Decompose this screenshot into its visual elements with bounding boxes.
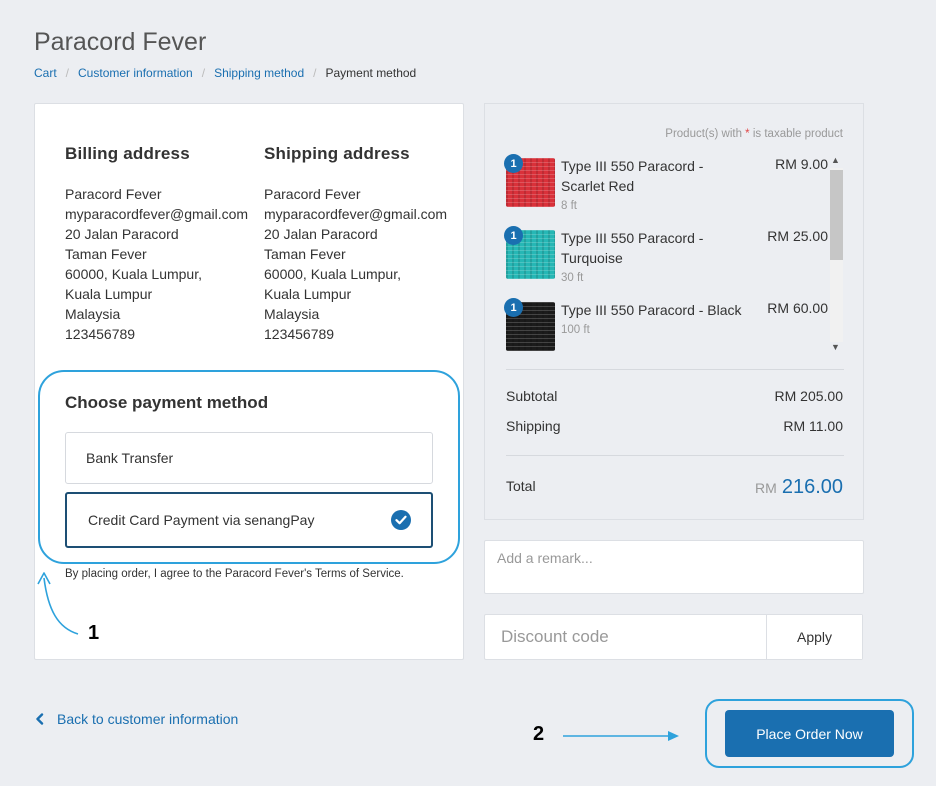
subtotal-label: Subtotal — [506, 388, 558, 404]
back-to-customer-information-link[interactable]: Back to customer information — [35, 711, 238, 727]
breadcrumb-customer-information[interactable]: Customer information — [78, 66, 193, 80]
shipping-line: Kuala Lumpur — [264, 286, 352, 302]
billing-line: 20 Jalan Paracord — [65, 226, 179, 242]
product-price: RM 9.00 — [775, 156, 828, 172]
shipping-line: Paracord Fever — [264, 186, 361, 202]
product-price: RM 25.00 — [767, 228, 828, 244]
breadcrumb-payment-method: Payment method — [325, 66, 417, 80]
billing-line: Kuala Lumpur — [65, 286, 153, 302]
subtotal-value: RM 205.00 — [774, 388, 843, 404]
billing-line: 60000, Kuala Lumpur, — [65, 266, 202, 282]
product-name: Type III 550 Paracord - Turquoise — [561, 230, 704, 266]
place-order-button[interactable]: Place Order Now — [725, 710, 894, 757]
scroll-down-icon[interactable]: ▼ — [831, 342, 840, 352]
product-item: 1 Type III 550 Paracord - Black 100 ft R… — [504, 298, 828, 360]
shipping-line: Malaysia — [264, 306, 320, 322]
discount-code-input[interactable] — [485, 615, 766, 659]
shipping-address: Shipping address Paracord Fever myparaco… — [264, 144, 464, 344]
breadcrumb-separator: / — [201, 66, 206, 80]
payment-method-heading: Choose payment method — [65, 393, 269, 412]
product-variant: 8 ft — [561, 200, 577, 212]
scroll-up-icon[interactable]: ▲ — [831, 155, 840, 165]
shipping-label: Shipping — [506, 418, 561, 434]
product-variant: 30 ft — [561, 272, 584, 284]
billing-line: Malaysia — [65, 306, 121, 322]
check-circle-icon — [391, 510, 411, 530]
checkout-details-card: Billing address Paracord Fever myparacor… — [34, 103, 464, 660]
terms-notice: By placing order, I agree to the Paracor… — [65, 568, 404, 580]
shipping-address-heading: Shipping address — [264, 144, 410, 163]
quantity-badge: 1 — [504, 154, 523, 173]
billing-line: 123456789 — [65, 326, 136, 342]
back-link-label: Back to customer information — [57, 711, 239, 727]
apply-discount-button[interactable]: Apply — [766, 615, 862, 659]
store-title: Paracord Fever — [34, 28, 207, 56]
breadcrumb-separator: / — [313, 66, 317, 80]
product-item: 1 Type III 550 Paracord - Turquoise 30 f… — [504, 226, 828, 288]
shipping-line: 60000, Kuala Lumpur, — [264, 266, 401, 282]
product-list-scrollbar[interactable]: ▲ ▼ — [828, 155, 843, 356]
billing-line: Taman Fever — [65, 246, 147, 262]
scroll-thumb[interactable] — [830, 170, 843, 260]
billing-address-heading: Billing address — [65, 144, 190, 163]
payment-option-credit-card[interactable]: Credit Card Payment via senangPay — [65, 492, 433, 548]
breadcrumb-shipping-method[interactable]: Shipping method — [214, 66, 304, 80]
billing-line: Paracord Fever — [65, 186, 162, 202]
total-value: RM 216.00 — [755, 476, 843, 499]
shipping-line: Taman Fever — [264, 246, 346, 262]
payment-option-label: Bank Transfer — [86, 450, 174, 466]
breadcrumb-cart[interactable]: Cart — [34, 66, 57, 80]
quantity-badge: 1 — [504, 226, 523, 245]
total-label: Total — [506, 478, 536, 494]
taxable-note-suffix: is taxable product — [749, 128, 843, 140]
order-summary: Product(s) with * is taxable product 1 T… — [484, 103, 864, 520]
product-name: Type III 550 Paracord - Black — [561, 302, 742, 318]
payment-option-bank-transfer[interactable]: Bank Transfer — [65, 432, 433, 484]
shipping-line: 123456789 — [264, 326, 335, 342]
shipping-value: RM 11.00 — [783, 418, 843, 434]
shipping-line: 20 Jalan Paracord — [264, 226, 378, 242]
discount-form: Apply — [484, 614, 863, 660]
divider — [506, 369, 844, 370]
breadcrumb: Cart / Customer information / Shipping m… — [34, 66, 416, 80]
shipping-line: myparacordfever@gmail.com — [264, 206, 448, 222]
product-variant: 100 ft — [561, 324, 590, 336]
quantity-badge: 1 — [504, 298, 523, 317]
annotation-label-1: 1 — [88, 622, 100, 644]
product-item: 1 Type III 550 Paracord - Scarlet Red 8 … — [504, 154, 828, 216]
billing-line: myparacordfever@gmail.com — [65, 206, 249, 222]
total-currency: RM — [755, 480, 777, 496]
remark-input[interactable] — [484, 540, 864, 594]
taxable-note: Product(s) with * is taxable product — [665, 128, 843, 140]
total-amount: 216.00 — [781, 476, 843, 498]
product-price: RM 60.00 — [767, 300, 828, 316]
divider — [506, 455, 844, 456]
payment-option-label: Credit Card Payment via senangPay — [88, 512, 315, 528]
product-name: Type III 550 Paracord - Scarlet Red — [561, 158, 704, 194]
annotation-arrowhead-2 — [668, 731, 679, 741]
breadcrumb-separator: / — [65, 66, 70, 80]
billing-address: Billing address Paracord Fever myparacor… — [65, 144, 265, 344]
chevron-left-icon — [35, 713, 44, 725]
taxable-note-prefix: Product(s) with — [665, 128, 746, 140]
annotation-label-2: 2 — [533, 723, 545, 745]
